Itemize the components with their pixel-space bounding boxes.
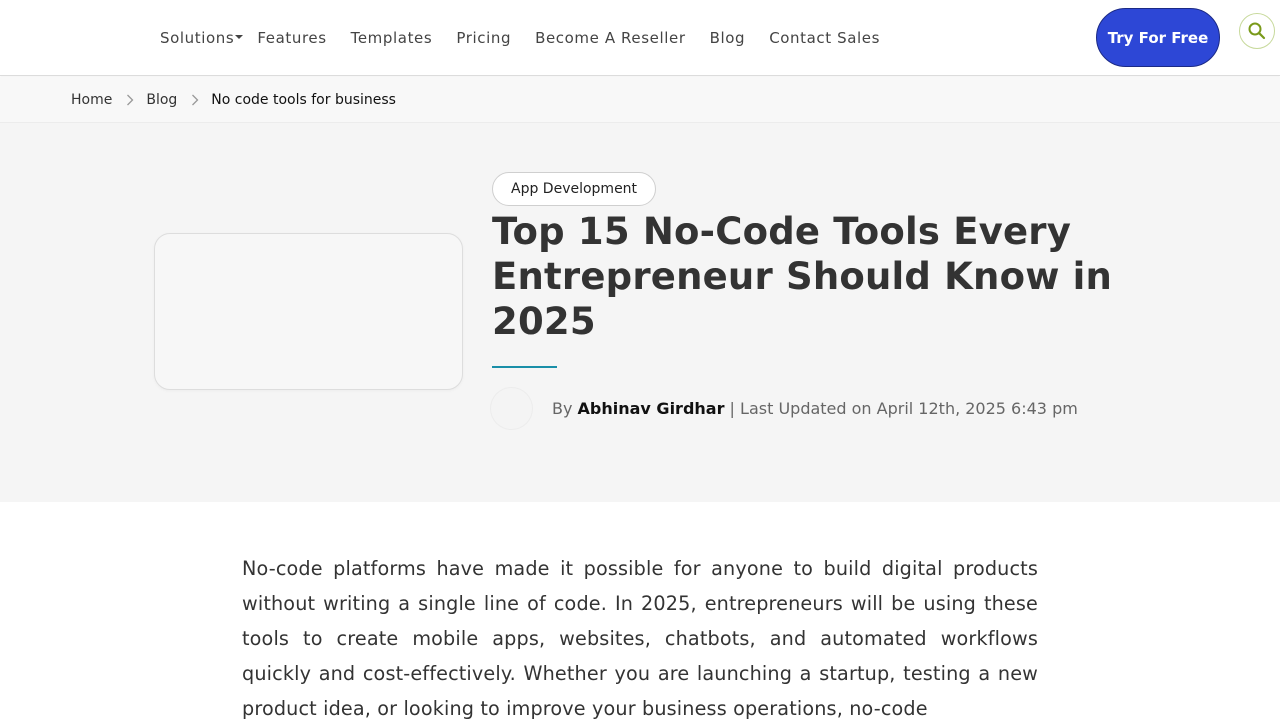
category-tag[interactable]: App Development — [492, 172, 657, 206]
title-divider — [492, 366, 557, 368]
nav-templates[interactable]: Templates — [351, 29, 433, 47]
nav-solutions[interactable]: Solutions — [160, 29, 244, 47]
nav-pricing[interactable]: Pricing — [456, 29, 511, 47]
article-hero: App Development Top 15 No-Code Tools Eve… — [0, 123, 1280, 502]
breadcrumb: Home Blog No code tools for business — [71, 77, 396, 123]
article-title: Top 15 No-Code Tools Every Entrepreneur … — [492, 210, 1113, 343]
nav-contact-sales[interactable]: Contact Sales — [769, 29, 880, 47]
article-thumbnail — [154, 233, 463, 390]
nav-blog[interactable]: Blog — [710, 29, 746, 47]
chevron-right-icon — [126, 94, 134, 106]
search-button[interactable] — [1239, 13, 1275, 49]
breadcrumb-bar: Home Blog No code tools for business — [0, 77, 1280, 123]
nav-features[interactable]: Features — [257, 29, 326, 47]
author-name[interactable]: Abhinav Girdhar — [578, 399, 725, 418]
caret-down-icon — [235, 35, 244, 39]
site-header: Solutions Features Templates Pricing Bec… — [0, 0, 1280, 76]
article-intro: No-code platforms have made it possible … — [242, 557, 1038, 720]
author-avatar — [491, 388, 532, 429]
byline-prefix: By — [552, 399, 578, 418]
breadcrumb-blog[interactable]: Blog — [146, 92, 177, 108]
chevron-right-icon — [191, 94, 199, 106]
article-byline: By Abhinav Girdhar | Last Updated on Apr… — [552, 399, 1078, 418]
search-icon — [1248, 22, 1266, 40]
last-updated: | Last Updated on April 12th, 2025 6:43 … — [724, 399, 1078, 418]
main-nav: Solutions Features Templates Pricing Bec… — [160, 0, 904, 76]
breadcrumb-home[interactable]: Home — [71, 92, 112, 108]
nav-become-a-reseller[interactable]: Become A Reseller — [535, 29, 686, 47]
breadcrumb-current: No code tools for business — [211, 92, 396, 108]
nav-solutions-label: Solutions — [160, 29, 235, 47]
try-for-free-button[interactable]: Try For Free — [1096, 8, 1220, 67]
